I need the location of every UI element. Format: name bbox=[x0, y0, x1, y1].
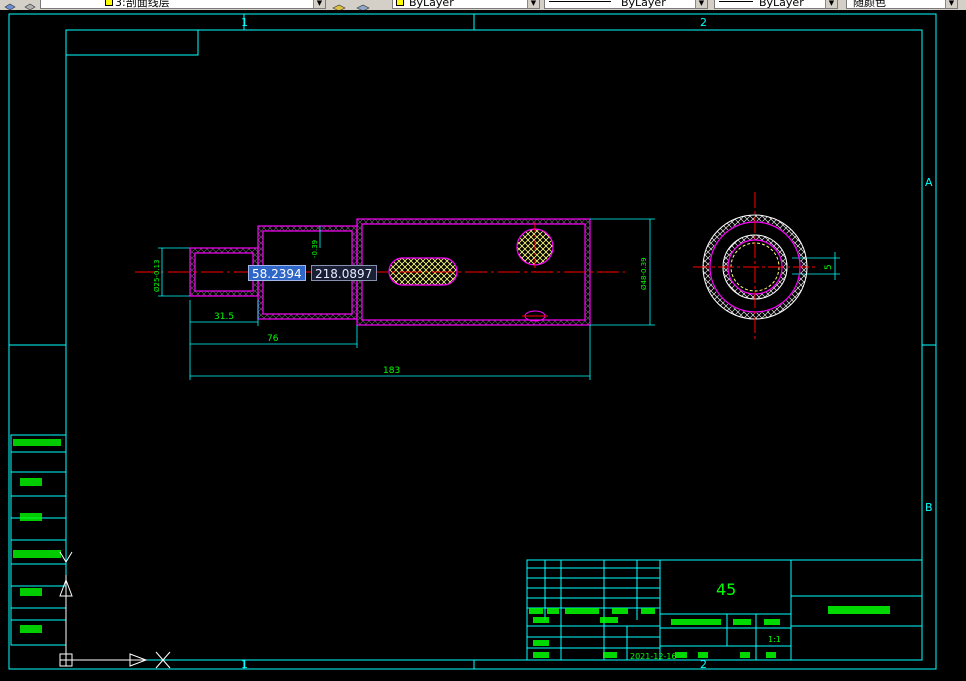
dim-diameter-left: Ø25-0.13 bbox=[153, 259, 161, 292]
linetype-preview bbox=[549, 1, 611, 2]
dim-diameter-right: Ø48-0.39 bbox=[640, 257, 648, 290]
side-table bbox=[10, 434, 67, 646]
plotstyle-dropdown[interactable]: 随颜色 ▼ bbox=[846, 0, 958, 9]
dim-5: 5 bbox=[824, 264, 834, 270]
layer-name-text: 3:剖面线层 bbox=[115, 0, 170, 9]
make-current-layer-icon[interactable] bbox=[332, 0, 346, 10]
lineweight-dropdown-arrow-icon[interactable]: ▼ bbox=[825, 0, 837, 8]
layer-dropdown[interactable]: 3:剖面线层 ▼ bbox=[40, 0, 326, 9]
lineweight-preview bbox=[719, 1, 753, 2]
zone-label-top-1: 1 bbox=[241, 16, 248, 29]
layer-state-icon[interactable] bbox=[24, 0, 36, 10]
ucs-icon bbox=[59, 551, 171, 669]
color-dropdown[interactable]: ByLayer ▼ bbox=[392, 0, 540, 9]
linetype-dropdown-arrow-icon[interactable]: ▼ bbox=[695, 0, 707, 8]
dim-step: -0.39 bbox=[311, 240, 319, 258]
plotstyle-dropdown-arrow-icon[interactable]: ▼ bbox=[945, 0, 957, 8]
zone-label-bottom-1: 1 bbox=[241, 658, 248, 671]
color-value-text: ByLayer bbox=[409, 0, 454, 9]
dim-76: 76 bbox=[267, 334, 279, 344]
dynamic-input-length-field[interactable]: 58.2394 bbox=[248, 265, 306, 281]
drawing-canvas[interactable]: 1 2 1 2 A B 45 1:1 2021-12-16 31.5 76 18… bbox=[0, 0, 966, 681]
color-dropdown-arrow-icon[interactable]: ▼ bbox=[527, 0, 539, 8]
plotstyle-value-text: 随颜色 bbox=[853, 0, 886, 9]
zone-label-top-2: 2 bbox=[700, 16, 707, 29]
linetype-value-text: ByLayer bbox=[621, 0, 666, 9]
layer-previous-icon[interactable] bbox=[356, 0, 370, 10]
date-text: 2021-12-16 bbox=[630, 652, 677, 661]
shaft-side-view bbox=[693, 192, 818, 342]
scale-text: 1:1 bbox=[768, 635, 781, 644]
sheet-border bbox=[8, 13, 937, 670]
dim-31-5: 31.5 bbox=[214, 312, 234, 322]
layer-color-swatch bbox=[105, 0, 113, 6]
dynamic-input-angle-field[interactable]: 218.0897 bbox=[311, 265, 377, 281]
side-table-glyphs bbox=[13, 439, 61, 633]
dim-183: 183 bbox=[383, 366, 400, 376]
shaft-front-view bbox=[135, 218, 625, 326]
layer-dropdown-arrow-icon[interactable]: ▼ bbox=[313, 0, 325, 8]
color-swatch bbox=[396, 0, 404, 6]
linetype-dropdown[interactable]: ByLayer ▼ bbox=[544, 0, 708, 9]
zone-label-right-b: B bbox=[925, 501, 933, 514]
lineweight-dropdown[interactable]: ByLayer ▼ bbox=[714, 0, 838, 9]
lineweight-value-text: ByLayer bbox=[759, 0, 804, 9]
properties-toolbar: 3:剖面线层 ▼ ByLayer ▼ ByLayer ▼ ByLayer ▼ 随… bbox=[0, 0, 966, 10]
layer-manager-icon[interactable] bbox=[4, 0, 16, 10]
zone-label-right-a: A bbox=[925, 176, 933, 189]
material-text: 45 bbox=[716, 580, 736, 599]
